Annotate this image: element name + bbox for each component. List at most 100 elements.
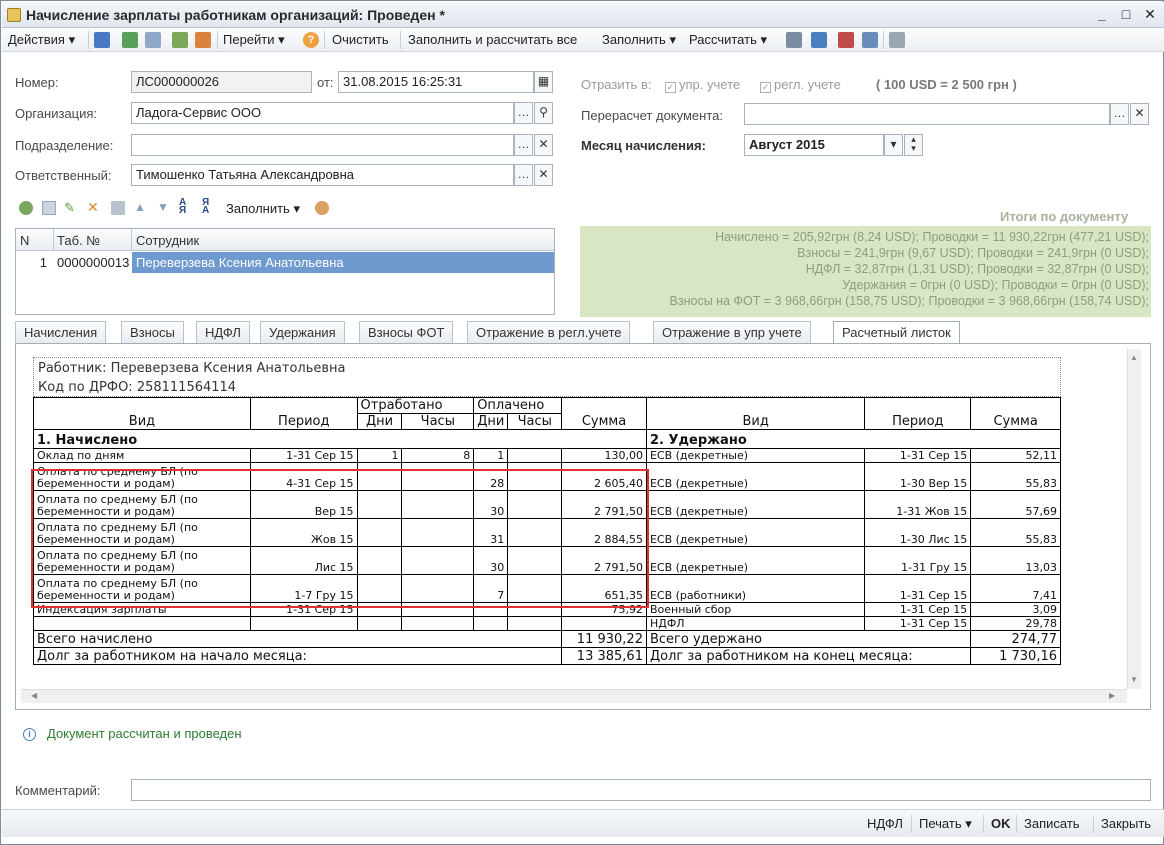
goto-menu[interactable]: Перейти ▾ [223,32,285,48]
month-field[interactable]: Август 2015 [744,134,884,156]
separator [324,31,325,49]
scroll-left-icon[interactable]: ◀ [31,691,37,700]
row-period2: 1-30 Лис 15 [864,518,972,547]
reflect-reg-checkbox[interactable]: ✓ регл. учете [760,77,841,93]
ok-button[interactable]: OK [991,816,1011,831]
close-icon[interactable]: ✕ [1140,6,1160,24]
end-edit-icon[interactable] [111,201,125,215]
department-field[interactable] [131,134,514,156]
clear-icon[interactable]: ✕ [534,164,553,186]
grid-fill-menu[interactable]: Заполнить ▾ [226,201,300,217]
title-bar: Начисление зарплаты работникам организац… [2,2,1164,28]
tree-icon[interactable] [811,32,827,48]
select-dots-icon[interactable]: … [1110,103,1129,125]
clear-icon[interactable]: ✕ [534,134,553,156]
dt-kt-icon[interactable] [838,32,854,48]
delete-icon[interactable]: ✕ [87,200,101,214]
row-tab-no: 0000000013 [57,255,130,270]
minimize-icon[interactable]: _ [1092,6,1112,24]
move-up-icon[interactable]: ▲ [134,200,148,214]
help-icon[interactable]: ? [303,32,319,48]
recalc-field[interactable] [744,103,1110,125]
select-dots-icon[interactable]: … [514,164,533,186]
organization-field[interactable]: Ладога-Сервис ООО [131,102,514,124]
date-field[interactable]: 31.08.2015 16:25:31 [338,71,534,93]
vertical-scrollbar[interactable]: ▲ ▼ [1127,349,1141,689]
number-label: Номер: [15,75,59,90]
col-employee[interactable]: Сотрудник [136,233,199,248]
row-paid-days: 1 [473,448,509,463]
preview-icon[interactable] [862,32,878,48]
add-icon[interactable] [19,201,33,215]
col-n[interactable]: N [20,233,29,248]
person-icon[interactable] [315,201,329,215]
create-based-icon[interactable] [172,32,188,48]
reflect-mgmt-checkbox[interactable]: ✓ упр. учете [665,77,740,93]
tab-contributions[interactable]: Взносы [121,321,184,343]
fill-calc-all-button[interactable]: Заполнить и рассчитать все [408,32,577,47]
select-dots-icon[interactable]: … [514,134,533,156]
payslip-header: Работник: Переверзева Ксения Анатольевна… [33,357,1061,397]
row-vid2: ЕСВ (декретные) [645,518,866,547]
sort-asc-icon[interactable]: АЯ [179,198,195,216]
responsible-field[interactable]: Тимошенко Татьяна Александровна [131,164,514,186]
separator [1016,815,1017,833]
close-button[interactable]: Закрыть [1101,816,1151,831]
calculate-label: Рассчитать [689,32,757,47]
structure-icon[interactable] [195,32,211,48]
row-period: 1-31 Сер 15 [249,448,358,463]
scroll-down-icon[interactable]: ▼ [1130,675,1138,684]
spin-icon[interactable]: ▴ ▾ [904,134,923,156]
row-employee: Переверзева Ксения Анатольевна [132,252,554,273]
clear-button[interactable]: Очистить [332,32,389,47]
debt-row: Долг за работником на начало месяца: 13 … [32,647,1061,665]
row-period2: 1-31 Сер 15 [864,448,972,463]
report-icon[interactable] [889,32,905,48]
tab-reg-accounting[interactable]: Отражение в регл.учете [467,321,631,343]
comment-field[interactable] [131,779,1151,801]
tab-ndfl[interactable]: НДФЛ [196,321,250,343]
post-icon[interactable] [122,32,138,48]
section-accrued: 1. Начислено [33,429,647,449]
tab-accruals[interactable]: Начисления [15,321,107,343]
sort-desc-icon[interactable]: ЯА [202,198,218,216]
scroll-up-icon[interactable]: ▲ [1130,353,1138,362]
chevron-down-icon[interactable]: ▾ [884,134,903,156]
calculate-menu[interactable]: Рассчитать ▾ [689,32,767,48]
separator [400,31,401,49]
worker-name: Работник: Переверзева Ксения Анатольевна [38,361,346,376]
ndfl-button[interactable]: НДФЛ [867,816,903,831]
save-button[interactable]: Записать [1024,816,1080,831]
edit-icon[interactable]: ✎ [64,201,78,215]
search-icon[interactable]: ⚲ [534,102,553,124]
row-period2: 1-31 Сер 15 [864,616,972,631]
tab-deductions[interactable]: Удержания [260,321,345,343]
move-down-icon[interactable]: ▼ [157,200,171,214]
horizontal-scrollbar[interactable]: ◀ ▶ [21,689,1127,703]
print-menu[interactable]: Печать ▾ [919,816,972,832]
tab-payroll-contributions[interactable]: Взносы ФОТ [359,321,454,343]
row-worked-days: 1 [356,448,403,463]
debt-end-label: Долг за работником на конец месяца: [645,647,972,665]
copy-icon[interactable] [145,32,161,48]
employees-grid[interactable]: N Таб. № Сотрудник 1 0000000013 Переверз… [15,228,555,315]
clear-icon[interactable]: ✕ [1130,103,1149,125]
number-field[interactable]: ЛС000000026 [131,71,312,93]
actions-menu[interactable]: Действия ▾ [8,32,75,48]
list-icon[interactable] [786,32,802,48]
tab-mgmt-accounting[interactable]: Отражение в упр учете [653,321,811,343]
calendar-icon[interactable]: ▦ [534,71,553,93]
total-withheld: 274,77 [970,630,1061,648]
checkbox-icon: ✓ [665,82,676,93]
post-close-icon[interactable] [94,32,110,48]
row-vid: Оклад по дням [33,448,251,463]
tab-payslip[interactable]: Расчетный листок [833,321,960,344]
row-worked-hours: 8 [401,448,475,463]
col-tab-no[interactable]: Таб. № [57,233,100,248]
maximize-icon[interactable]: □ [1116,6,1136,24]
scroll-right-icon[interactable]: ▶ [1109,691,1115,700]
select-dots-icon[interactable]: … [514,102,533,124]
copy-row-icon[interactable] [42,201,56,215]
table-row[interactable]: 1 0000000013 Переверзева Ксения Анатолье… [16,252,554,273]
fill-menu[interactable]: Заполнить ▾ [602,32,676,48]
